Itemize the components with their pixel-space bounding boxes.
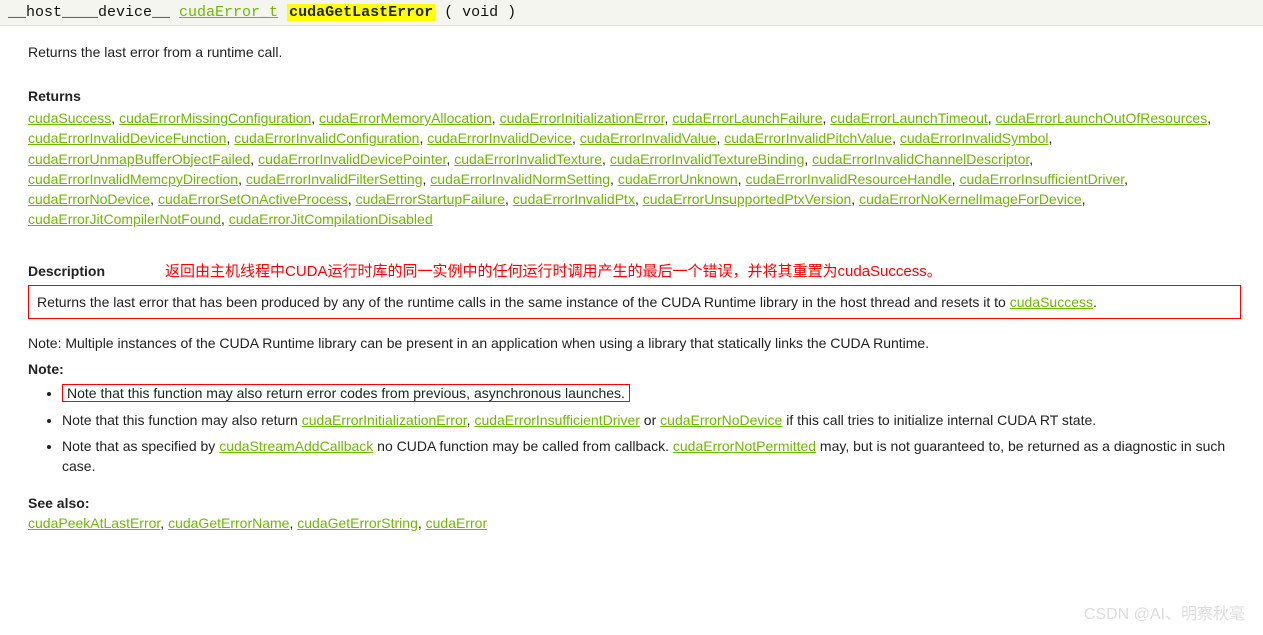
- note-item-3: Note that as specified by cudaStreamAddC…: [62, 436, 1241, 477]
- see-also-list: cudaPeekAtLastError, cudaGetErrorName, c…: [28, 515, 1241, 531]
- desc-text-pre: Returns the last error that has been pro…: [37, 294, 1010, 310]
- return-link-cudaerrorinvalidvalue[interactable]: cudaErrorInvalidValue: [580, 130, 717, 146]
- return-link-cudaerrorlaunchfailure[interactable]: cudaErrorLaunchFailure: [672, 110, 822, 126]
- page-content: Returns the last error from a runtime ca…: [0, 26, 1263, 545]
- note-heading: Note:: [28, 361, 1241, 377]
- return-link-cudaerrorinsufficientdriver[interactable]: cudaErrorInsufficientDriver: [959, 171, 1124, 187]
- signature-params: ( void ): [444, 4, 516, 21]
- desc-link-cudasuccess[interactable]: cudaSuccess: [1010, 294, 1093, 310]
- return-link-cudaerrorlaunchoutofresources[interactable]: cudaErrorLaunchOutOfResources: [996, 110, 1208, 126]
- return-link-cudaerrorinvalidfiltersetting[interactable]: cudaErrorInvalidFilterSetting: [246, 171, 423, 187]
- return-link-cudaerrorinvalidpitchvalue[interactable]: cudaErrorInvalidPitchValue: [724, 130, 892, 146]
- returns-heading: Returns: [28, 88, 1241, 104]
- return-link-cudaerrornokernelimagefordevice[interactable]: cudaErrorNoKernelImageForDevice: [859, 191, 1082, 207]
- returns-list: cudaSuccess, cudaErrorMissingConfigurati…: [28, 108, 1241, 230]
- description-box: Returns the last error that has been pro…: [28, 285, 1241, 319]
- chinese-annotation: 返回由主机线程中CUDA运行时库的同一实例中的任何运行时调用产生的最后一个错误，…: [165, 260, 942, 281]
- see-also-heading: See also:: [28, 495, 1241, 511]
- return-link-cudaerrorlaunchtimeout[interactable]: cudaErrorLaunchTimeout: [830, 110, 987, 126]
- return-link-cudaerrorsetonactiveprocess[interactable]: cudaErrorSetOnActiveProcess: [158, 191, 348, 207]
- notes-list: Note that this function may also return …: [28, 383, 1241, 476]
- return-link-cudaerrorinvalidconfiguration[interactable]: cudaErrorInvalidConfiguration: [234, 130, 419, 146]
- link-no-device[interactable]: cudaErrorNoDevice: [660, 412, 782, 428]
- return-link-cudaerrorinvalidtexturebinding[interactable]: cudaErrorInvalidTextureBinding: [610, 151, 805, 167]
- desc-text-post: .: [1093, 294, 1097, 310]
- return-link-cudaerrorjitcompilationdisabled[interactable]: cudaErrorJitCompilationDisabled: [229, 211, 433, 227]
- note-item-2: Note that this function may also return …: [62, 410, 1241, 430]
- description-heading: Description: [28, 263, 105, 279]
- return-link-cudaerrorunmapbufferobjectfailed[interactable]: cudaErrorUnmapBufferObjectFailed: [28, 151, 250, 167]
- link-init-error[interactable]: cudaErrorInitializationError: [302, 412, 467, 428]
- see-also-link-cudapeekatlasterror[interactable]: cudaPeekAtLastError: [28, 515, 160, 531]
- return-link-cudaerrorinitializationerror[interactable]: cudaErrorInitializationError: [500, 110, 665, 126]
- see-also-link-cudageterrorstring[interactable]: cudaGetErrorString: [297, 515, 418, 531]
- watermark: CSDN @AI、明察秋毫: [1084, 600, 1245, 624]
- link-stream-add-callback[interactable]: cudaStreamAddCallback: [219, 438, 373, 454]
- return-link-cudaerrorinvaliddevice[interactable]: cudaErrorInvalidDevice: [427, 130, 572, 146]
- return-link-cudaerrorjitcompilernotfound[interactable]: cudaErrorJitCompilerNotFound: [28, 211, 221, 227]
- return-link-cudaerrorinvalidnormsetting[interactable]: cudaErrorInvalidNormSetting: [430, 171, 610, 187]
- return-link-cudaerrorinvalidtexture[interactable]: cudaErrorInvalidTexture: [454, 151, 602, 167]
- see-also-link-cudageterrorname[interactable]: cudaGetErrorName: [168, 515, 289, 531]
- return-link-cudaerrornodevice[interactable]: cudaErrorNoDevice: [28, 191, 150, 207]
- return-link-cudaerrorinvalidchanneldescriptor[interactable]: cudaErrorInvalidChannelDescriptor: [812, 151, 1029, 167]
- return-link-cudaerrorunknown[interactable]: cudaErrorUnknown: [618, 171, 738, 187]
- return-link-cudaerrorinvaliddevicefunction[interactable]: cudaErrorInvalidDeviceFunction: [28, 130, 226, 146]
- see-also-link-cudaerror[interactable]: cudaError: [426, 515, 487, 531]
- function-name: cudaGetLastError: [287, 4, 435, 21]
- signature-prefix: __host____device__: [8, 4, 170, 21]
- link-not-permitted[interactable]: cudaErrorNotPermitted: [673, 438, 816, 454]
- return-link-cudaerrormemoryallocation[interactable]: cudaErrorMemoryAllocation: [319, 110, 492, 126]
- note-1-boxed: Note that this function may also return …: [62, 384, 630, 402]
- summary-text: Returns the last error from a runtime ca…: [28, 44, 1241, 60]
- return-link-cudaerrorunsupportedptxversion[interactable]: cudaErrorUnsupportedPtxVersion: [643, 191, 852, 207]
- return-link-cudaerrorinvalidptx[interactable]: cudaErrorInvalidPtx: [513, 191, 635, 207]
- function-signature: __host____device__ cudaError_t cudaGetLa…: [0, 0, 1263, 26]
- return-link-cudasuccess[interactable]: cudaSuccess: [28, 110, 111, 126]
- return-type-link[interactable]: cudaError_t: [179, 4, 278, 21]
- return-link-cudaerrorinvalidmemcpydirection[interactable]: cudaErrorInvalidMemcpyDirection: [28, 171, 238, 187]
- return-link-cudaerrorstartupfailure[interactable]: cudaErrorStartupFailure: [356, 191, 505, 207]
- return-link-cudaerrorinvalidsymbol[interactable]: cudaErrorInvalidSymbol: [900, 130, 1049, 146]
- note-multiple-instances: Note: Multiple instances of the CUDA Run…: [28, 333, 1241, 353]
- note-item-1: Note that this function may also return …: [62, 383, 1241, 403]
- link-insufficient-driver[interactable]: cudaErrorInsufficientDriver: [474, 412, 639, 428]
- return-link-cudaerrormissingconfiguration[interactable]: cudaErrorMissingConfiguration: [119, 110, 311, 126]
- return-link-cudaerrorinvalidresourcehandle[interactable]: cudaErrorInvalidResourceHandle: [745, 171, 951, 187]
- return-link-cudaerrorinvaliddevicepointer[interactable]: cudaErrorInvalidDevicePointer: [258, 151, 446, 167]
